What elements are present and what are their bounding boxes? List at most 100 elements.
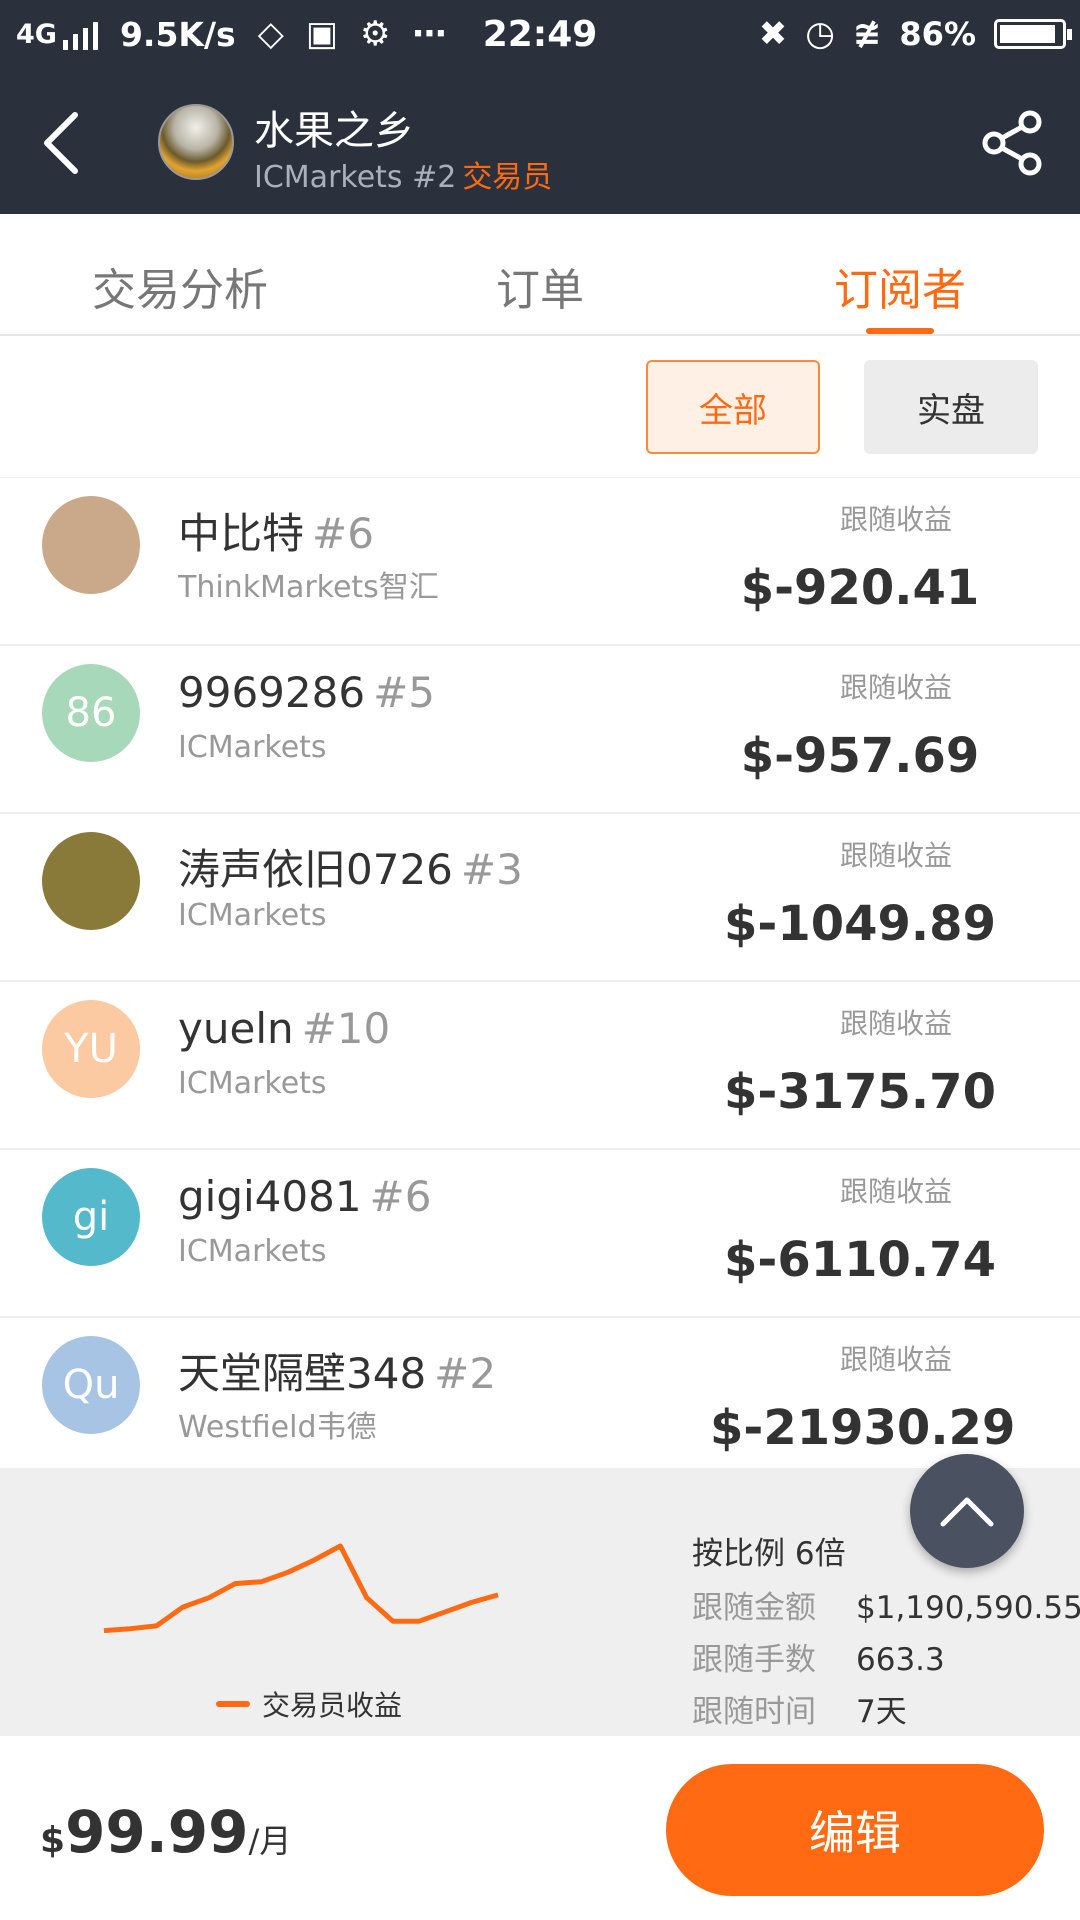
follow-time-row: 跟随时间 7天 [692,1686,907,1731]
subscriber-row[interactable]: Qu 天堂隔壁348 #2 Westfield韦德 跟随收益 $-21930.29 [0,1318,1080,1468]
subscriber-row[interactable]: gi gigi4081 #6 ICMarkets 跟随收益 $-6110.74 [0,1150,1080,1318]
subscriber-broker: Westfield韦德 [178,1410,377,1445]
follow-time-value: 7天 [856,1694,907,1730]
follow-amount-value: $1,190,590.55 [856,1590,1080,1626]
active-tab-indicator [866,328,934,334]
legend-label: 交易员收益 [262,1689,403,1722]
tab-subscribers[interactable]: 订阅者 [834,254,966,318]
scroll-to-top-button[interactable] [910,1454,1024,1568]
follow-profit-label: 跟随收益 [839,503,952,536]
trader-profit-line [103,1543,499,1634]
edit-button[interactable]: 编辑 [666,1764,1044,1896]
follow-lots-label: 跟随手数 [692,1642,816,1678]
subscriber-name-line: gigi4081 #6 [178,1172,431,1221]
follow-lots-value: 663.3 [856,1642,945,1678]
subscriber-name-line: 中比特 #6 [178,500,374,561]
chart-legend: 交易员收益 [216,1684,402,1724]
tab-bar: 交易分析 订单 订阅者 [0,226,1080,336]
subscriber-rank: #3 [460,845,523,894]
price-currency: $ [40,1820,66,1861]
subscriber-name: 涛声依旧0726 [178,845,453,894]
subscriber-avatar[interactable]: gi [42,1168,140,1266]
bottom-bar: $99.99/月 编辑 [0,1736,1080,1920]
follow-profit-value: $-21930.29 [710,1400,1016,1456]
subscriber-list: 中比特 #6 ThinkMarkets智汇 跟随收益 $-920.41 86 9969286… [0,478,1080,1468]
share-button[interactable] [978,108,1048,178]
avatar-initials: 86 [65,690,117,736]
subscriber-name-line: 涛声依旧0726 #3 [178,836,523,897]
avatar-initials: Qu [62,1362,120,1408]
follow-profit-value: $-3175.70 [724,1064,996,1120]
subscriber-broker: ICMarkets [178,898,327,933]
subscriber-avatar[interactable]: 86 [42,664,140,762]
subscriber-rank: #6 [312,509,374,558]
subscriber-row[interactable]: 涛声依旧0726 #3 ICMarkets 跟随收益 $-1049.89 [0,814,1080,982]
trader-name: 水果之乡 [254,108,414,154]
follow-profit-value: $-920.41 [740,560,980,616]
follow-profit-label: 跟随收益 [839,671,952,704]
tab-orders[interactable]: 订单 [496,254,584,318]
qq-icon: ◇ [257,14,284,54]
follow-lots-row: 跟随手数 663.3 [692,1634,945,1679]
subscriber-avatar[interactable]: Qu [42,1336,140,1434]
subscriber-avatar[interactable] [42,832,140,930]
status-bar: 4G 9.5K/s ◇ ▣ ⚙ ⋯ 22:49 ✖ ◷ ≇ 86% [0,0,1080,72]
subscriber-name: 中比特 [178,509,305,558]
avatar-initials: gi [72,1194,110,1240]
mute-icon: ✖ [758,14,788,54]
follow-profit-label: 跟随收益 [839,839,952,872]
back-arrow-icon [44,112,78,174]
trader-subtitle: ICMarkets #2 交易员 [254,152,552,196]
signal-bars-icon [62,21,98,50]
follow-amount-label: 跟随金额 [692,1590,816,1626]
chevron-up-icon [940,1497,994,1527]
subscriber-rank: #5 [373,668,435,717]
copy-ratio: 按比例 6倍 [692,1536,846,1572]
subscriber-rank: #6 [369,1172,432,1221]
follow-time-label: 跟随时间 [692,1694,816,1730]
subscriber-name: gigi4081 [178,1172,362,1221]
follow-profit-label: 跟随收益 [839,1175,952,1208]
share-icon [982,110,1042,176]
follow-amount-row: 跟随金额 $1,190,590.55 [692,1582,1080,1627]
status-right: ✖ ◷ ≇ 86% [758,14,1072,54]
follow-profit-value: $-6110.74 [724,1232,996,1288]
price-unit: /月 [248,1822,292,1860]
alarm-icon: ◷ [805,14,835,54]
filter-real-button[interactable]: 实盘 [864,360,1038,454]
subscriber-broker: ICMarkets [178,1066,327,1101]
network-speed: 9.5K/s [119,14,236,54]
subscriber-row[interactable]: YU yueln #10 ICMarkets 跟随收益 $-3175.70 [0,982,1080,1150]
subscriber-name: 天堂隔壁348 [178,1349,427,1398]
subscriber-row[interactable]: 中比特 #6 ThinkMarkets智汇 跟随收益 $-920.41 [0,478,1080,646]
follow-profit-label: 跟随收益 [839,1343,952,1376]
s-app-icon: ▣ [305,14,338,54]
filter-bar: 全部 实盘 [0,338,1080,478]
battery-icon [994,19,1072,49]
settings-icon: ⚙ [359,14,391,54]
subscriber-avatar[interactable] [42,496,140,594]
trader-avatar[interactable] [158,104,234,180]
signal-indicator: 4G [16,19,98,50]
subscriber-broker: ICMarkets [178,730,327,765]
subscriber-name-line: yueln #10 [178,1004,390,1053]
status-left: 4G 9.5K/s ◇ ▣ ⚙ ⋯ [16,14,446,54]
trader-broker: ICMarkets #2 [254,160,457,195]
legend-line-icon [216,1701,250,1707]
subscriber-rank: #2 [434,1349,497,1398]
tab-trade-analysis[interactable]: 交易分析 [92,254,268,318]
filter-all-button[interactable]: 全部 [646,360,820,454]
subscriber-avatar[interactable]: YU [42,1000,140,1098]
follow-profit-value: $-957.69 [740,728,980,784]
network-type: 4G [16,18,57,50]
app-header: 水果之乡 ICMarkets #2 交易员 [0,72,1080,214]
follow-profit-value: $-1049.89 [724,896,996,952]
follow-profit-label: 跟随收益 [839,1007,952,1040]
subscriber-broker: ThinkMarkets智汇 [178,570,439,605]
back-button[interactable] [26,108,96,178]
subscriber-row[interactable]: 86 9969286 #5 ICMarkets 跟随收益 $-957.69 [0,646,1080,814]
trader-profit-chart [103,1543,499,1634]
wifi-icon: ≇ [852,14,882,54]
avatar-initials: YU [64,1026,118,1072]
subscription-price: $99.99/月 [40,1798,291,1866]
